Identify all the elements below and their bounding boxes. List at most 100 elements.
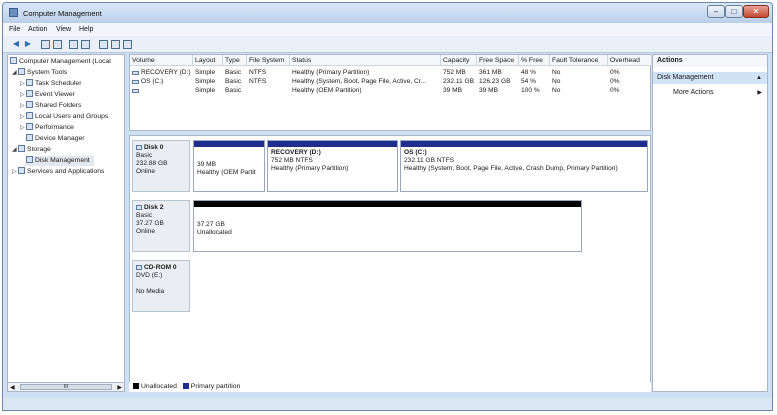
partition-os[interactable]: OS (C:) 232.11 GB NTFS Healthy (System, …	[400, 140, 648, 192]
partition-oem[interactable]: 39 MB Healthy (OEM Partit	[193, 140, 265, 192]
layout-cell: Simple	[195, 78, 216, 85]
cdrom-0-label[interactable]: CD-ROM 0 DVD (E:) No Media	[132, 260, 190, 312]
cell-text: RECOVERY (D:)	[141, 69, 191, 76]
partition-bar	[194, 141, 264, 147]
navigation-tree: Computer Management (Local ◢ System Tools…	[7, 54, 125, 392]
chevron-right-icon[interactable]: ▶	[757, 88, 762, 98]
minimize-button[interactable]: –	[707, 5, 725, 18]
disk-icon	[136, 145, 142, 150]
column-header-layout[interactable]: Layout	[193, 55, 223, 66]
primary-swatch	[182, 383, 189, 389]
status-cell: Healthy (System, Boot, Page File, Active…	[292, 78, 427, 85]
volume-cell: RECOVERY (D:)	[130, 68, 193, 77]
status-bar	[3, 398, 772, 410]
help-icon[interactable]	[81, 40, 90, 49]
tree-item-services[interactable]: ▷ Services and Applications	[12, 167, 104, 177]
drive-icon	[132, 89, 139, 93]
status-cell: Healthy (OEM Partition)	[292, 87, 362, 94]
free-space-cell: 39 MB	[479, 87, 499, 94]
menu-help[interactable]: Help	[79, 26, 93, 33]
tree-label: Task Scheduler	[35, 80, 82, 87]
partition-status: Healthy (Primary Partition)	[271, 165, 349, 172]
partition-text: OS (C:) 232.11 GB NTFS Healthy (System, …	[401, 147, 647, 175]
disk-icon[interactable]	[99, 40, 108, 49]
capacity-cell: 39 MB	[443, 87, 463, 94]
back-arrow-icon[interactable]: ◀	[11, 39, 21, 49]
view-icon[interactable]	[123, 40, 132, 49]
file-system-cell: NTFS	[249, 69, 267, 76]
properties-icon[interactable]	[69, 40, 78, 49]
tree-item-shared-folders[interactable]: ▷ Shared Folders	[20, 101, 81, 111]
disk-map: Disk 0 Basic 232.88 GB Online 39 MB Heal…	[129, 135, 651, 392]
disk-type: Basic	[136, 212, 153, 219]
partition-recovery[interactable]: RECOVERY (D:) 752 MB NTFS Healthy (Prima…	[267, 140, 398, 192]
menu-action[interactable]: Action	[28, 26, 47, 33]
disk-management-icon	[26, 156, 33, 163]
disk-2-label[interactable]: Disk 2 Basic 37.27 GB Online	[132, 200, 190, 252]
partition-bar	[194, 201, 581, 207]
performance-icon	[26, 123, 33, 130]
tree-item-performance[interactable]: ▷ Performance	[20, 123, 74, 133]
partition-unallocated[interactable]: 37.27 GB Unallocated	[193, 200, 582, 252]
column-header-type[interactable]: Type	[223, 55, 247, 66]
tree-item-system-tools[interactable]: ◢ System Tools	[12, 68, 67, 78]
maximize-button[interactable]: □	[725, 5, 743, 18]
up-folder-icon[interactable]	[41, 40, 50, 49]
menu-file[interactable]: File	[9, 26, 20, 33]
tree-label: Shared Folders	[35, 102, 82, 109]
disk-state: Online	[136, 228, 156, 235]
partition-text: 39 MB Healthy (OEM Partit	[194, 159, 264, 179]
tree-label: Device Manager	[35, 135, 85, 142]
volume-cell: OS (C:)	[130, 77, 193, 86]
column-header-free-space[interactable]: Free Space	[477, 55, 519, 66]
drive-icon	[132, 80, 139, 84]
tree-label: Disk Management	[35, 157, 90, 164]
close-button[interactable]: ✕	[743, 5, 769, 18]
show-hide-tree-icon[interactable]	[53, 40, 62, 49]
free-space-cell: 361 MB	[479, 69, 502, 76]
tree-item-event-viewer[interactable]: ▷ Event Viewer	[20, 90, 75, 100]
menu-view[interactable]: View	[56, 26, 71, 33]
disk-name-text: Disk 0	[144, 144, 164, 151]
cell-text: OS (C:)	[141, 78, 164, 85]
column-header-file-system[interactable]: File System	[247, 55, 290, 66]
column-header-status[interactable]: Status	[290, 55, 441, 66]
disk-name-text: Disk 2	[144, 204, 164, 211]
scroll-right-icon[interactable]: ▶	[117, 384, 122, 391]
forward-arrow-icon[interactable]: ▶	[23, 39, 33, 49]
tree-item-task-scheduler[interactable]: ▷ Task Scheduler	[20, 79, 81, 89]
tree-item-device-manager[interactable]: Device Manager	[26, 134, 85, 144]
volume-cell	[130, 86, 193, 95]
scroll-left-icon[interactable]: ◀	[10, 384, 15, 391]
collapse-caret-icon[interactable]: ▲	[756, 72, 762, 84]
tree-item-storage[interactable]: ◢ Storage	[12, 145, 51, 155]
partition-size: 232.11 GB NTFS	[404, 157, 455, 164]
scroll-thumb[interactable]: III	[20, 384, 112, 390]
percent-free-cell: 100 %	[521, 87, 540, 94]
volume-list: Volume Layout Type File System Status Ca…	[129, 54, 652, 131]
disk-0-label[interactable]: Disk 0 Basic 232.88 GB Online	[132, 140, 190, 192]
actions-section-disk-management[interactable]: Disk Management ▲	[653, 72, 767, 84]
column-header-capacity[interactable]: Capacity	[441, 55, 477, 66]
status-cell: Healthy (Primary Partition)	[292, 69, 370, 76]
legend-label: Unallocated	[141, 383, 177, 390]
tree-horizontal-scrollbar[interactable]: ◀ III ▶	[7, 382, 125, 392]
tree-item-root[interactable]: Computer Management (Local	[10, 57, 111, 67]
disk-name: Disk 0	[136, 144, 186, 152]
tree-item-disk-management[interactable]: Disk Management	[26, 156, 94, 166]
layout-cell: Simple	[195, 69, 216, 76]
type-cell: Basic	[225, 87, 242, 94]
settings-icon[interactable]	[111, 40, 120, 49]
tree-item-local-users[interactable]: ▷ Local Users and Groups	[20, 112, 108, 122]
column-header-percent-free[interactable]: % Free	[519, 55, 550, 66]
shared-folder-icon	[26, 101, 33, 108]
disk-name-text: CD-ROM 0	[144, 264, 177, 271]
column-header-fault-tolerance[interactable]: Fault Tolerance	[550, 55, 608, 66]
tree-label: Services and Applications	[27, 168, 105, 175]
column-header-volume[interactable]: Volume	[130, 55, 193, 66]
disk-state: No Media	[136, 288, 165, 295]
column-header-overhead[interactable]: Overhead	[608, 55, 652, 66]
more-actions-link[interactable]: More Actions	[673, 88, 713, 98]
clock-icon	[26, 79, 33, 86]
disk-state: Online	[136, 168, 156, 175]
